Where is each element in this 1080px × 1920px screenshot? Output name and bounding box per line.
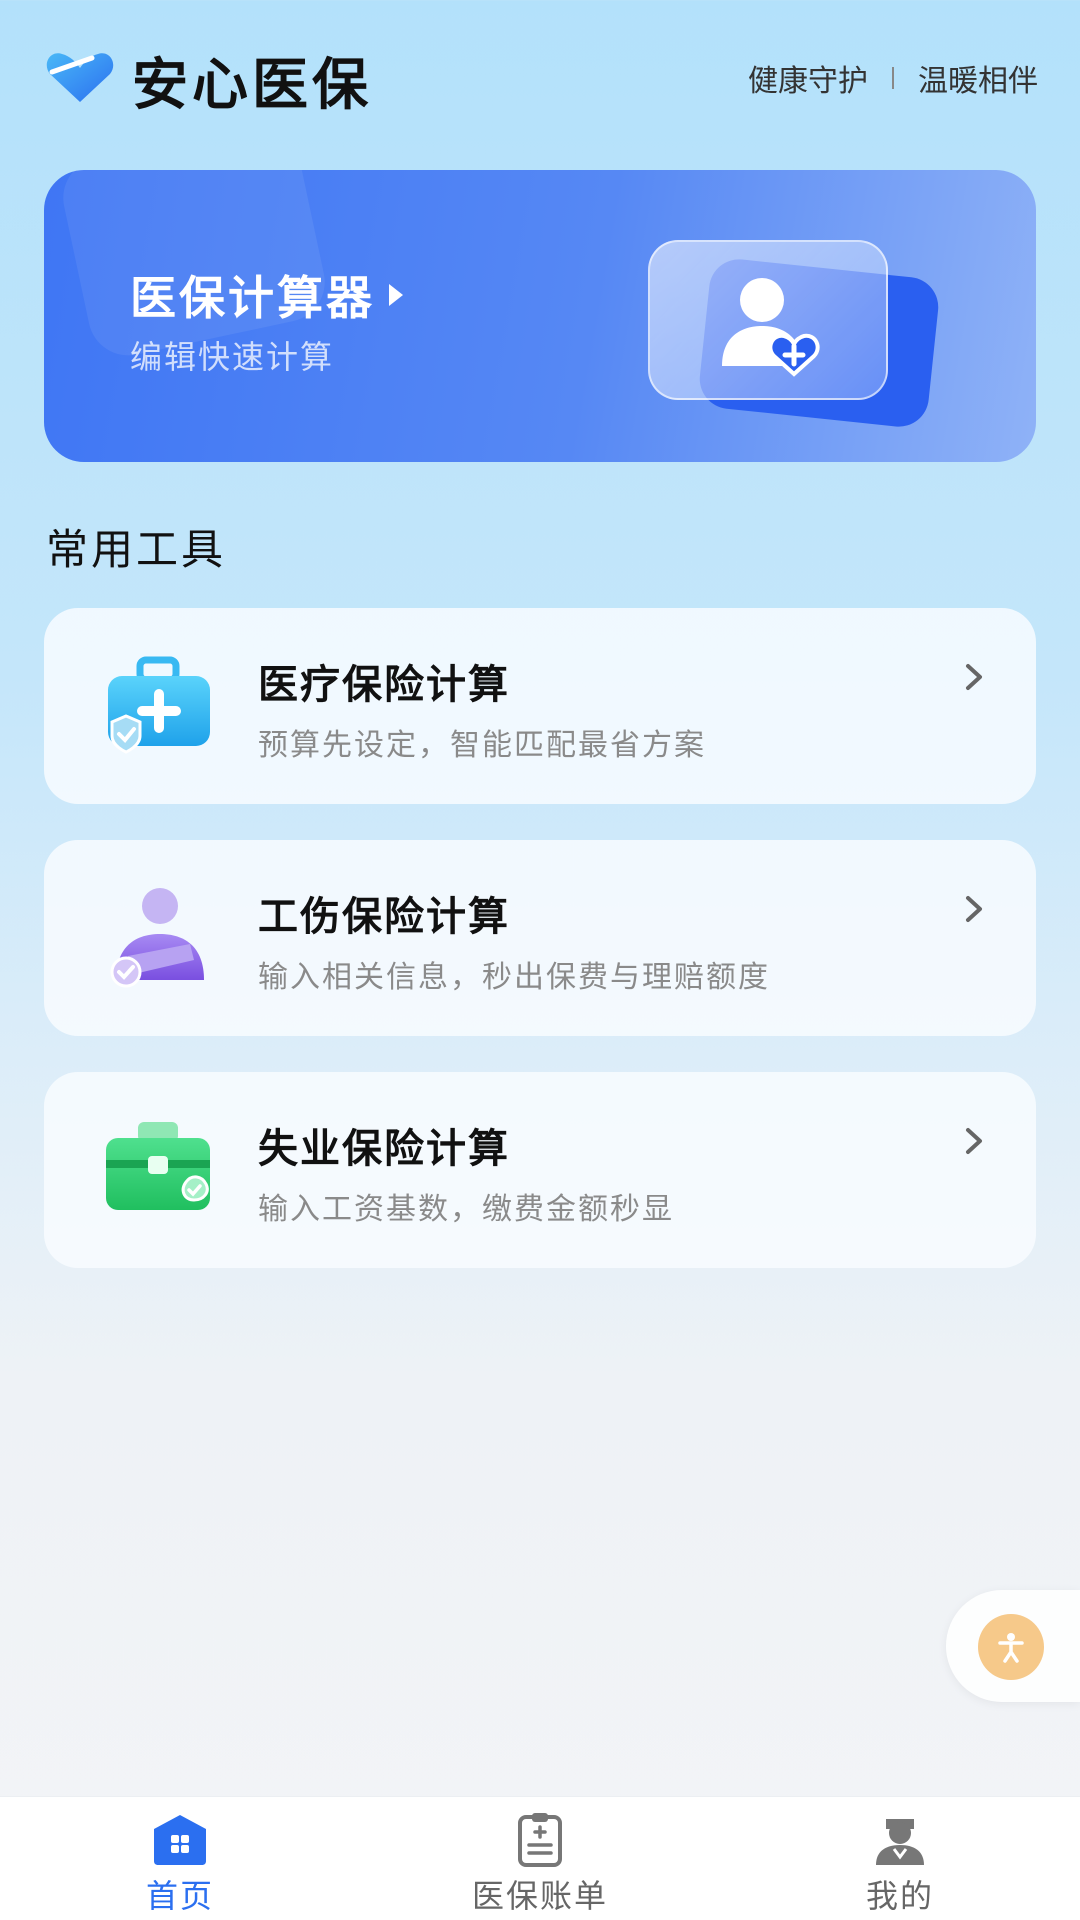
bottom-tab-bar: 首页 医保账单 我的 — [0, 1796, 1080, 1920]
heart-logo-icon — [46, 53, 114, 102]
tool-card-unemployment[interactable]: 失业保险计算 输入工资基数，缴费金额秒显 — [44, 1072, 1036, 1268]
medical-kit-icon — [108, 656, 210, 754]
tool-desc: 输入工资基数，缴费金额秒显 — [258, 1192, 674, 1227]
injured-person-icon — [110, 888, 204, 988]
tool-card-medical[interactable]: 医疗保险计算 预算先设定，智能匹配最省方案 — [44, 608, 1036, 804]
chevron-right-icon — [966, 1128, 982, 1154]
tab-mine[interactable]: 我的 — [800, 1797, 1000, 1920]
banner-title: 医保计算器 — [130, 262, 403, 328]
tool-name: 失业保险计算 — [258, 1126, 510, 1172]
slogan-divider — [892, 67, 894, 89]
tab-bill[interactable]: 医保账单 — [440, 1797, 640, 1920]
banner-subtitle: 编辑快速计算 — [130, 338, 335, 376]
clipboard-icon — [518, 1813, 562, 1867]
tab-home[interactable]: 首页 — [80, 1797, 280, 1920]
tool-name: 工伤保险计算 — [258, 894, 510, 940]
accessibility-float-button[interactable] — [946, 1590, 1080, 1702]
slogan: 健康守护 温暖相伴 — [748, 56, 1038, 100]
slogan-left: 健康守护 — [748, 64, 868, 99]
app-header: 安心医保 健康守护 温暖相伴 — [0, 0, 1080, 160]
slogan-right: 温暖相伴 — [918, 64, 1038, 99]
tab-label: 医保账单 — [471, 1877, 608, 1915]
chevron-right-icon — [966, 664, 982, 690]
section-title: 常用工具 — [46, 525, 227, 574]
tab-label: 首页 — [145, 1877, 214, 1915]
briefcase-icon — [106, 1122, 210, 1210]
accessibility-icon — [998, 1633, 1024, 1663]
tool-name: 医疗保险计算 — [258, 662, 510, 708]
user-plus-heart-icon — [722, 278, 820, 377]
app-title: 安心医保 — [132, 53, 372, 118]
tool-desc: 输入相关信息，秒出保费与理赔额度 — [258, 960, 770, 995]
accessibility-circle — [978, 1614, 1044, 1680]
tab-label: 我的 — [865, 1877, 934, 1915]
banner-title-text: 医保计算器 — [130, 271, 375, 325]
tool-card-injury[interactable]: 工伤保险计算 输入相关信息，秒出保费与理赔额度 — [44, 840, 1036, 1036]
play-arrow-icon — [389, 284, 403, 306]
chevron-right-icon — [966, 896, 982, 922]
calculator-banner[interactable]: 医保计算器 编辑快速计算 — [44, 170, 1036, 462]
home-icon — [154, 1815, 206, 1865]
doctor-icon — [876, 1819, 924, 1865]
tool-desc: 预算先设定，智能匹配最省方案 — [258, 728, 706, 763]
